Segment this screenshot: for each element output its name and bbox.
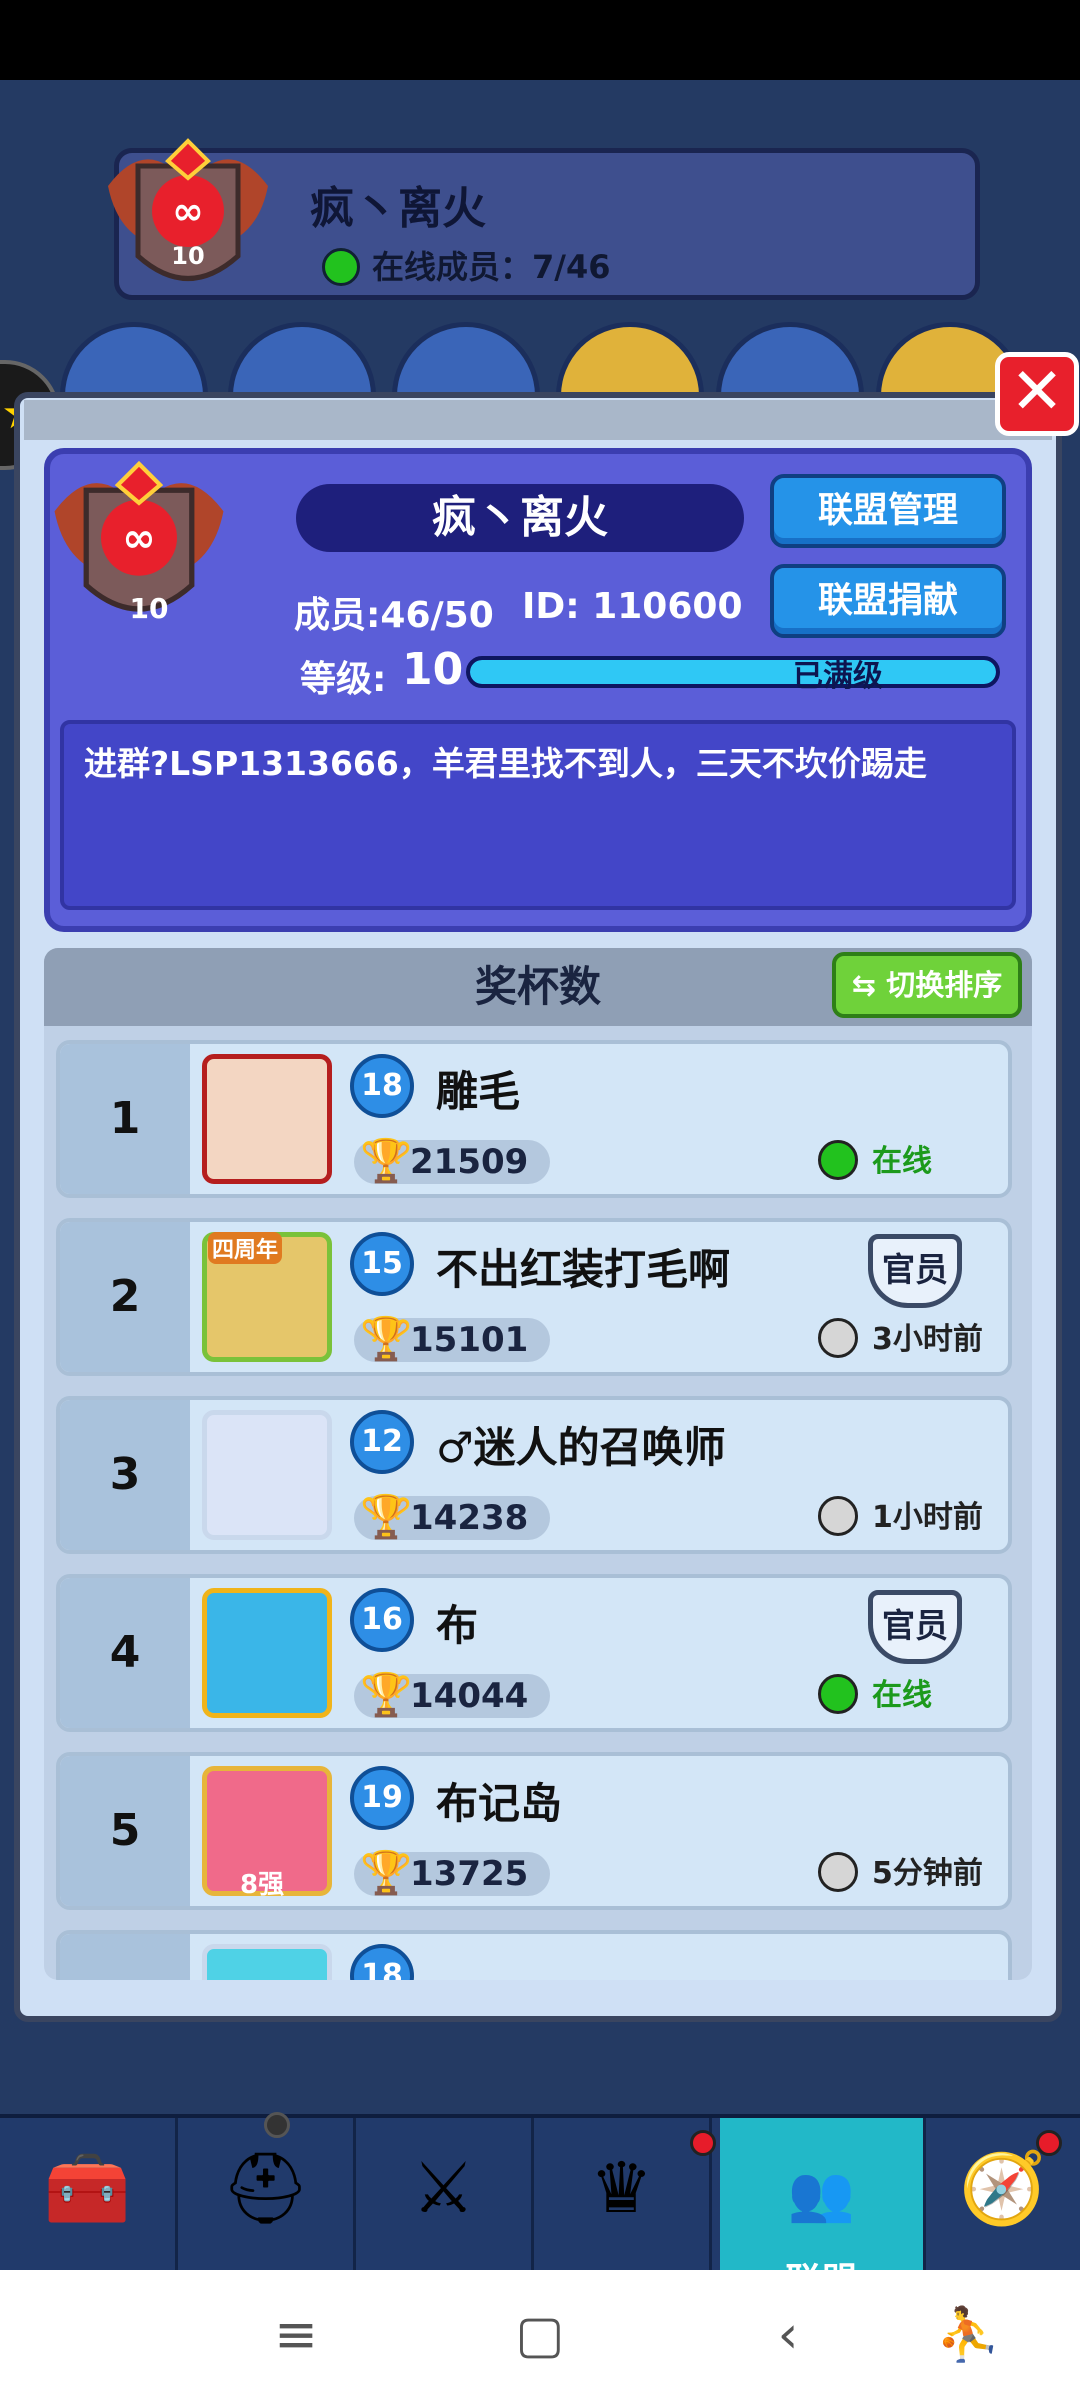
helmet-notification-dot	[264, 2112, 290, 2138]
avatar-tag: 8强	[240, 1870, 285, 1900]
status-dot-icon	[818, 1674, 858, 1714]
emblem-level: 10	[129, 592, 169, 625]
player-level-badge: 18	[350, 1054, 414, 1118]
member-name: 不出红装打毛啊	[436, 1245, 731, 1294]
crossed-swords-icon[interactable]: ⚔	[356, 2118, 534, 2274]
status-text: 在线	[872, 1144, 932, 1179]
player-level-badge: 12	[350, 1410, 414, 1474]
player-level-badge: 18	[350, 1944, 414, 1980]
status-text: 5分钟前	[872, 1856, 983, 1891]
rank-number: 4	[60, 1578, 190, 1728]
status-text: 3小时前	[872, 1322, 983, 1357]
rank-number: 1	[60, 1044, 190, 1194]
svg-text:∞: ∞	[122, 515, 155, 561]
officer-badge: 官员	[868, 1234, 962, 1308]
knight-helmet-icon[interactable]: ⛑	[178, 2118, 356, 2274]
back-icon[interactable]: ‹	[748, 2300, 828, 2370]
online-indicator-icon	[322, 248, 360, 286]
alliance-emblem-icon: ∞	[98, 126, 278, 306]
status-dot-icon	[818, 1496, 858, 1536]
member-row[interactable]: 5 8强 19 布记岛 🏆 13725 5分钟前	[56, 1752, 1012, 1910]
member-row[interactable]: 3 12 ♂迷人的召唤师 🏆 14238 1小时前	[56, 1396, 1012, 1554]
status-dot-icon	[818, 1852, 858, 1892]
avatar	[202, 1588, 332, 1718]
trophy-icon: 🏆	[360, 1136, 413, 1185]
player-level-badge: 15	[350, 1232, 414, 1296]
svg-text:∞: ∞	[172, 189, 204, 233]
avatar	[202, 1410, 332, 1540]
trophy-count: 14238	[410, 1498, 529, 1538]
game-bottom-nav: 🧰 ⛑ ⚔ ♛ 👥 联盟 🧭	[0, 2112, 1080, 2302]
level-value: 10	[402, 644, 464, 695]
alliance-tab[interactable]: 👥 联盟	[720, 2118, 926, 2302]
home-icon[interactable]: ▢	[500, 2300, 580, 2370]
switch-sort-button[interactable]: ⇆ 切换排序	[832, 952, 1022, 1018]
status-dot-icon	[818, 1318, 858, 1358]
member-row[interactable]: 4 16 布 官员 🏆 14044 在线	[56, 1574, 1012, 1732]
alliance-donate-button[interactable]: 联盟捐献	[770, 564, 1006, 638]
trophy-icon: 🏆	[360, 1492, 413, 1541]
trophy-count: 13725	[410, 1854, 529, 1894]
member-count: 成员:46/50	[294, 595, 494, 636]
menu-icon[interactable]: ≡	[256, 2300, 336, 2370]
alliance-name-label: 疯丶离火	[296, 484, 744, 552]
status-text: 1小时前	[872, 1500, 983, 1535]
alliance-id: ID: 110600	[522, 586, 743, 627]
panel-top-strip	[24, 400, 1052, 440]
close-button[interactable]: ✕	[995, 352, 1079, 436]
rank-number: 5	[60, 1756, 190, 1906]
trophy-count: 21509	[410, 1142, 529, 1182]
alliance-notice: 进群?LSP1313666，羊君里找不到人，三天不坎价踢走	[60, 720, 1016, 910]
member-name: ♂迷人的召唤师	[436, 1423, 726, 1472]
switch-sort-label: 切换排序	[886, 968, 1003, 1002]
trophy-count: 14044	[410, 1676, 529, 1716]
trophy-icon: 🏆	[360, 1848, 413, 1897]
member-row[interactable]: 18	[56, 1930, 1012, 1980]
level-label: 等级:	[300, 659, 387, 700]
header-online-count: 在线成员：7/46	[372, 248, 611, 286]
rank-number	[60, 1934, 190, 1980]
officer-badge: 官员	[868, 1590, 962, 1664]
level-status: 已满级	[793, 659, 883, 694]
status-dot-icon	[818, 1140, 858, 1180]
member-row[interactable]: 1 18 雕毛 🏆 21509 在线	[56, 1040, 1012, 1198]
crown-laurel-icon[interactable]: ♛	[534, 2118, 712, 2274]
avatar-tag: 四周年	[208, 1232, 283, 1264]
status-bar	[0, 0, 1080, 80]
trophy-icon: 🏆	[360, 1670, 413, 1719]
member-name: 布	[436, 1601, 479, 1650]
rank-number: 3	[60, 1400, 190, 1550]
accessibility-icon[interactable]: ⛹	[928, 2300, 1008, 2370]
trophy-count: 15101	[410, 1320, 529, 1360]
header-emblem-level: 10	[171, 242, 205, 270]
trophy-icon: 🏆	[360, 1314, 413, 1363]
alliance-manage-button[interactable]: 联盟管理	[770, 474, 1006, 548]
member-name: 雕毛	[436, 1067, 521, 1116]
compass-notification-dot	[1036, 2130, 1062, 2156]
player-level-badge: 19	[350, 1766, 414, 1830]
header-alliance-name: 疯丶离火	[310, 183, 486, 234]
member-list[interactable]: 奖杯数 ⇆ 切换排序 1 18 雕毛 🏆 21509 在线 2 四周年 15 不…	[44, 948, 1032, 1980]
member-name: 布记岛	[436, 1779, 563, 1828]
crown-notification-dot	[690, 2130, 716, 2156]
member-row[interactable]: 2 四周年 15 不出红装打毛啊 官员 🏆 15101 3小时前	[56, 1218, 1012, 1376]
status-text: 在线	[872, 1678, 932, 1713]
treasure-chest-icon[interactable]: 🧰	[0, 2118, 178, 2274]
rank-number: 2	[60, 1222, 190, 1372]
player-level-badge: 16	[350, 1588, 414, 1652]
avatar	[202, 1054, 332, 1184]
avatar	[202, 1944, 332, 1980]
